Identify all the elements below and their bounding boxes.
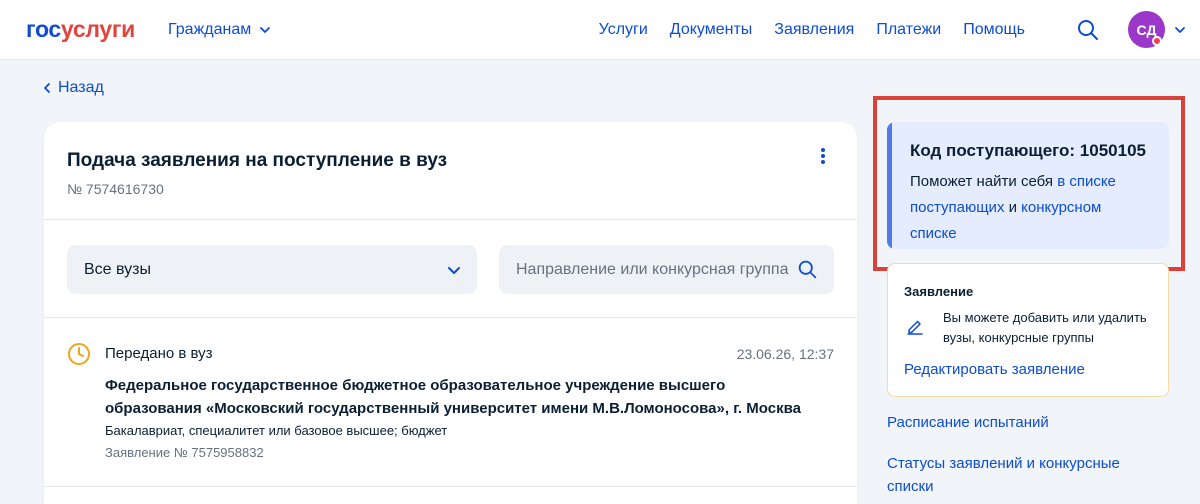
divider [44,317,857,318]
highlight-frame [873,96,1185,271]
chevron-down-icon [260,27,271,33]
main-nav: Услуги Документы Заявления Платежи Помощ… [599,20,1025,40]
audience-label: Гражданам [168,21,252,38]
statuses-and-lists-link[interactable]: Статусы заявлений и конкурсные списки [887,452,1167,498]
divider [44,219,857,220]
notification-dot [1152,36,1162,46]
logo-part-uslugi: услуги [60,16,135,42]
logo-part-gos: гос [26,16,61,42]
nav-item-applications[interactable]: Заявления [774,20,854,40]
nav-item-help[interactable]: Помощь [963,20,1025,40]
nav-item-services[interactable]: Услуги [599,20,648,40]
search-icon[interactable] [797,259,818,280]
status-datetime: 23.06.26, 12:37 [736,346,834,362]
entry-application-number: Заявление № 7575958832 [105,445,264,460]
application-info-card: Заявление Вы можете добавить или удалить… [887,263,1169,397]
nav-item-payments[interactable]: Платежи [876,20,941,40]
edit-application-link[interactable]: Редактировать заявление [904,360,1085,380]
education-level: Бакалавриат, специалитет или базовое выс… [105,423,448,438]
top-header: госуслуги Гражданам Услуги Документы Зая… [0,0,1200,60]
chevron-left-icon [44,83,50,93]
divider [44,486,857,487]
exam-schedule-link[interactable]: Расписание испытаний [887,413,1049,433]
gosuslugi-logo[interactable]: госуслуги [26,16,135,42]
clock-icon [68,343,90,365]
application-number: № 7574616730 [67,181,164,197]
direction-search-input[interactable] [499,245,789,294]
search-icon[interactable] [1076,18,1100,42]
chevron-down-icon[interactable] [1174,24,1186,36]
back-link[interactable]: Назад [42,78,104,98]
audience-dropdown[interactable]: Гражданам [168,20,271,40]
application-info-description: Вы можете добавить или удалить вузы, кон… [943,310,1147,345]
chevron-down-icon [448,267,460,274]
pencil-icon [907,320,923,335]
direction-search [499,245,834,294]
application-info-title: Заявление [904,284,974,299]
kebab-menu-icon[interactable] [817,146,829,166]
nav-item-documents[interactable]: Документы [670,20,752,40]
page-title: Подача заявления на поступление в вуз [67,150,448,171]
application-card: Подача заявления на поступление в вуз № … [44,122,857,504]
university-select[interactable]: Все вузы [67,245,477,294]
university-name: Федеральное государственное бюджетное об… [105,377,801,417]
back-label: Назад [58,79,104,96]
university-select-value: Все вузы [84,261,151,278]
status-label: Передано в вуз [105,345,213,362]
